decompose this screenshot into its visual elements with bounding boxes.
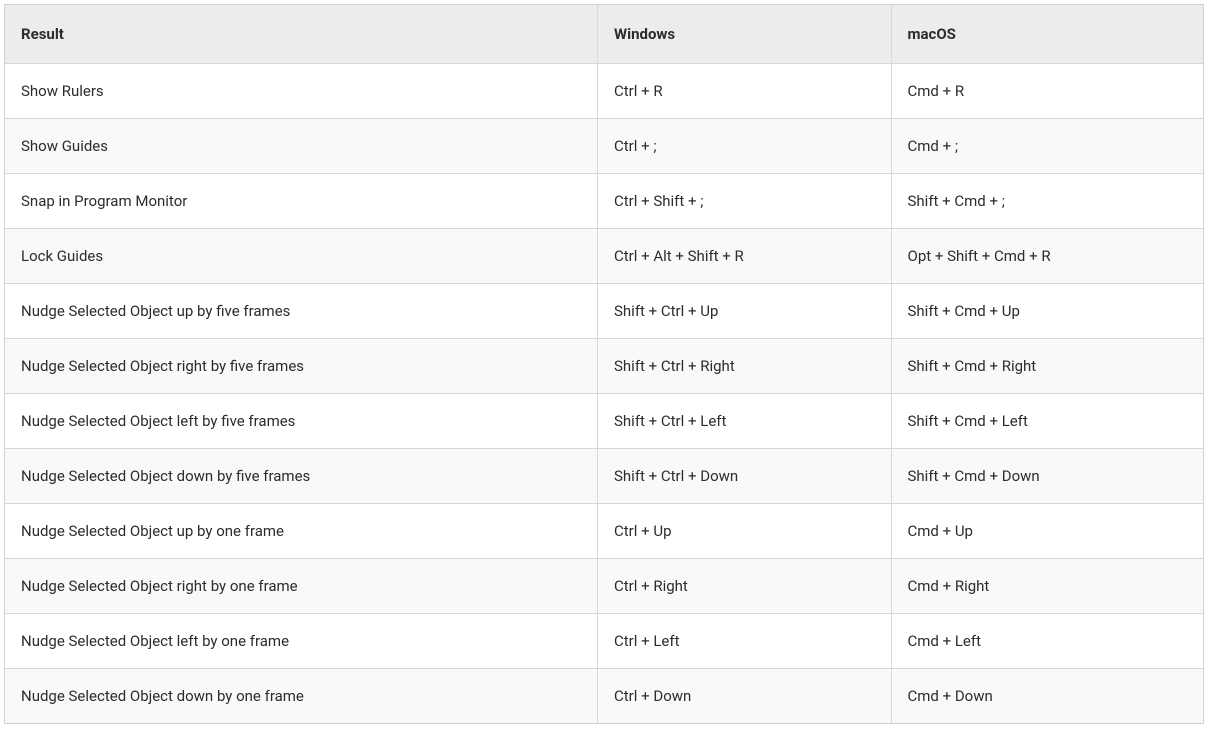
cell-result: Nudge Selected Object left by one frame <box>5 614 598 669</box>
table-body: Show Rulers Ctrl + R Cmd + R Show Guides… <box>5 64 1203 723</box>
cell-windows: Shift + Ctrl + Right <box>598 339 892 394</box>
cell-macos: Cmd + R <box>892 64 1204 119</box>
cell-macos: Cmd + Down <box>892 669 1204 723</box>
cell-macos: Opt + Shift + Cmd + R <box>892 229 1204 284</box>
table-row: Nudge Selected Object up by five frames … <box>5 284 1203 339</box>
cell-result: Nudge Selected Object right by one frame <box>5 559 598 614</box>
cell-macos: Cmd + ; <box>892 119 1204 174</box>
cell-macos: Shift + Cmd + Left <box>892 394 1204 449</box>
cell-macos: Shift + Cmd + Down <box>892 449 1204 504</box>
table-row: Nudge Selected Object down by one frame … <box>5 669 1203 723</box>
table-row: Nudge Selected Object left by one frame … <box>5 614 1203 669</box>
cell-result: Show Guides <box>5 119 598 174</box>
table-row: Snap in Program Monitor Ctrl + Shift + ;… <box>5 174 1203 229</box>
cell-macos: Cmd + Left <box>892 614 1204 669</box>
cell-windows: Ctrl + Alt + Shift + R <box>598 229 892 284</box>
table-row: Nudge Selected Object up by one frame Ct… <box>5 504 1203 559</box>
header-windows: Windows <box>598 5 892 64</box>
header-result: Result <box>5 5 598 64</box>
cell-macos: Cmd + Right <box>892 559 1204 614</box>
cell-result: Nudge Selected Object down by one frame <box>5 669 598 723</box>
cell-windows: Ctrl + Shift + ; <box>598 174 892 229</box>
cell-windows: Ctrl + Up <box>598 504 892 559</box>
cell-result: Lock Guides <box>5 229 598 284</box>
cell-macos: Shift + Cmd + ; <box>892 174 1204 229</box>
cell-macos: Shift + Cmd + Right <box>892 339 1204 394</box>
cell-macos: Cmd + Up <box>892 504 1204 559</box>
cell-result: Snap in Program Monitor <box>5 174 598 229</box>
cell-result: Nudge Selected Object up by five frames <box>5 284 598 339</box>
cell-windows: Shift + Ctrl + Up <box>598 284 892 339</box>
table-header-row: Result Windows macOS <box>5 5 1203 64</box>
cell-windows: Shift + Ctrl + Down <box>598 449 892 504</box>
cell-result: Nudge Selected Object right by five fram… <box>5 339 598 394</box>
table-row: Nudge Selected Object left by five frame… <box>5 394 1203 449</box>
shortcuts-table: Result Windows macOS Show Rulers Ctrl + … <box>4 4 1204 724</box>
header-macos: macOS <box>892 5 1204 64</box>
cell-windows: Ctrl + Right <box>598 559 892 614</box>
table-row: Lock Guides Ctrl + Alt + Shift + R Opt +… <box>5 229 1203 284</box>
cell-windows: Ctrl + R <box>598 64 892 119</box>
table-row: Nudge Selected Object right by five fram… <box>5 339 1203 394</box>
table-row: Show Guides Ctrl + ; Cmd + ; <box>5 119 1203 174</box>
table-row: Show Rulers Ctrl + R Cmd + R <box>5 64 1203 119</box>
cell-result: Nudge Selected Object up by one frame <box>5 504 598 559</box>
cell-windows: Ctrl + ; <box>598 119 892 174</box>
cell-macos: Shift + Cmd + Up <box>892 284 1204 339</box>
table-row: Nudge Selected Object down by five frame… <box>5 449 1203 504</box>
cell-result: Nudge Selected Object left by five frame… <box>5 394 598 449</box>
cell-windows: Ctrl + Down <box>598 669 892 723</box>
cell-windows: Shift + Ctrl + Left <box>598 394 892 449</box>
table-row: Nudge Selected Object right by one frame… <box>5 559 1203 614</box>
cell-result: Show Rulers <box>5 64 598 119</box>
cell-result: Nudge Selected Object down by five frame… <box>5 449 598 504</box>
cell-windows: Ctrl + Left <box>598 614 892 669</box>
